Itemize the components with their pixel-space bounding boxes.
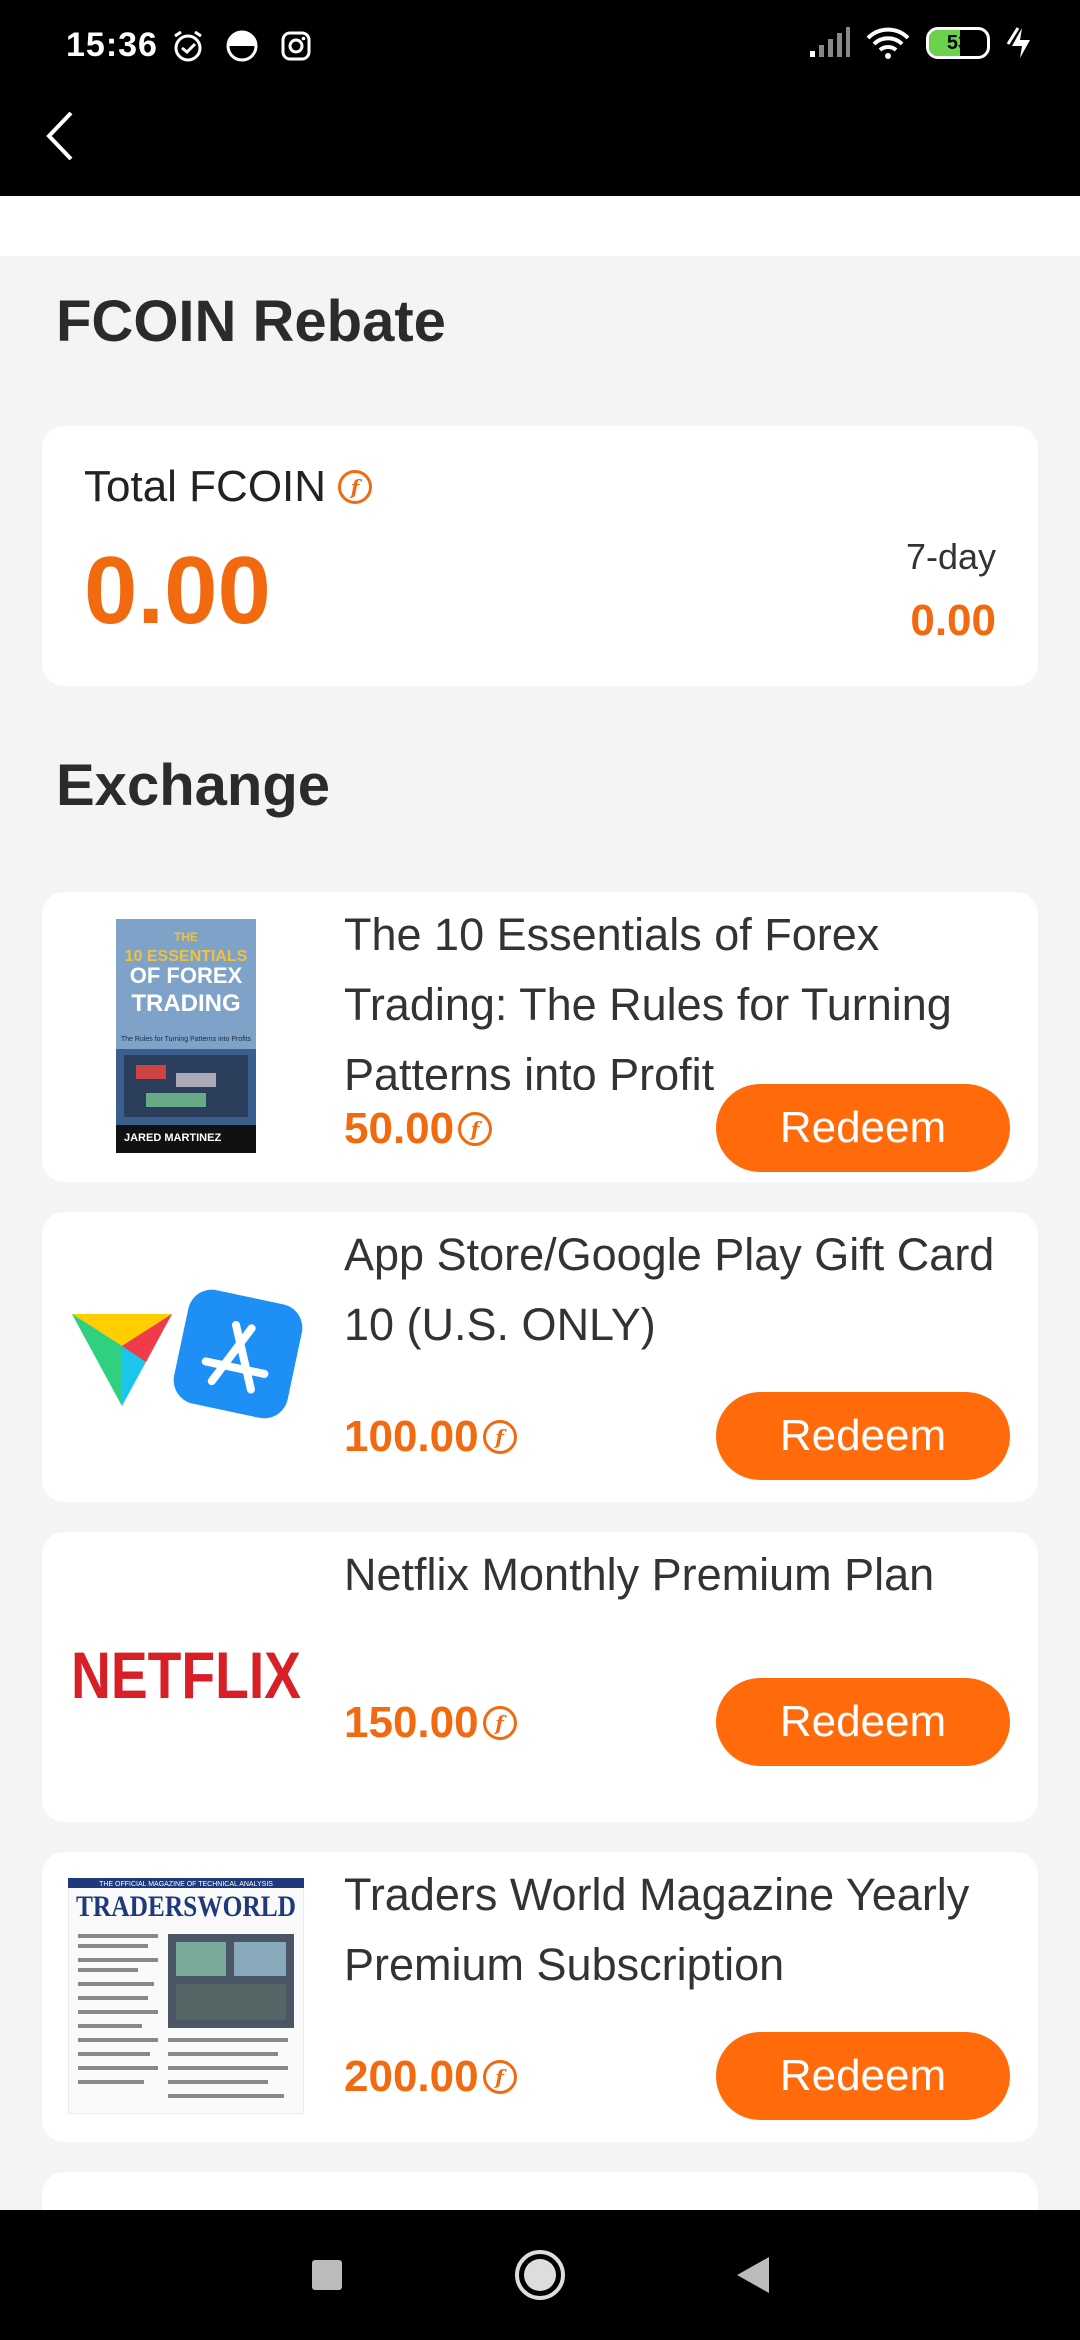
magazine-title: TRADERSWORLD	[76, 1890, 296, 1923]
exchange-title: Exchange	[56, 753, 330, 818]
instagram-icon	[281, 31, 311, 61]
redeem-button[interactable]: Redeem	[716, 1084, 1010, 1172]
book-subtitle: The Rules for Turning Patterns into Prof…	[121, 1036, 252, 1043]
square-icon	[311, 2260, 342, 2290]
google-play-app-store-icon	[72, 1289, 303, 1419]
product-price: 50.00	[344, 1104, 455, 1153]
total-fcoin-card: Total FCOIN f 0.00 7-day 0.00	[42, 426, 1038, 686]
system-nav-bar	[0, 2210, 1080, 2340]
total-fcoin-label: Total FCOIN	[84, 462, 327, 511]
total-fcoin-value: 0.00	[84, 537, 271, 644]
book-title-2: OF FOREX	[130, 963, 243, 988]
back-nav-button[interactable]	[718, 2240, 788, 2310]
product-price-row: 50.00 f	[344, 1104, 493, 1154]
fcoin-icon: f	[458, 1112, 493, 1146]
product-price-row: 150.00 f	[344, 1698, 517, 1748]
book-author: JARED MARTINEZ	[124, 1132, 221, 1144]
main-content[interactable]: FCOIN Rebate Total FCOIN f 0.00 7-day 0.…	[0, 196, 1080, 2210]
product-title: Netflix Monthly Premium Plan	[344, 1549, 935, 1600]
sheet-top	[0, 196, 1080, 256]
system-icons: 53	[808, 26, 1036, 60]
home-circle-icon	[514, 2250, 565, 2300]
recents-button[interactable]	[292, 2240, 362, 2310]
half-circle-icon	[226, 30, 258, 62]
triangle-back-icon	[737, 2257, 770, 2293]
product-card: App Store/Google Play Gift Card 10 (U.S.…	[42, 1212, 1038, 1502]
back-button[interactable]	[30, 106, 90, 166]
fcoin-icon: f	[338, 470, 373, 504]
fcoin-icon: f	[482, 2060, 517, 2094]
alarm-icon	[174, 30, 202, 62]
book-top: THE	[174, 930, 198, 944]
product-card: NETFLIX Netflix Monthly Premium Plan 150…	[42, 1532, 1038, 1822]
status-bar: 15:36 53	[0, 0, 1080, 96]
product-card: THE 10 ESSENTIALS OF FOREX TRADING The R…	[42, 892, 1038, 1182]
book-cover-image: THE 10 ESSENTIALS OF FOREX TRADING The R…	[68, 918, 304, 1154]
magazine-cover-image: THE OFFICIAL MAGAZINE OF TECHNICAL ANALY…	[68, 1878, 304, 2114]
home-button[interactable]	[505, 2240, 575, 2310]
product-price: 200.00	[344, 2052, 479, 2101]
notification-icons	[170, 28, 314, 64]
product-title: The 10 Essentials of Forex Trading: The …	[344, 909, 952, 1090]
app-bar	[0, 96, 1080, 196]
book-title-3: TRADING	[131, 990, 240, 1017]
redeem-button[interactable]: Redeem	[716, 2032, 1010, 2120]
product-title: Traders World Magazine Yearly Premium Su…	[344, 1869, 970, 1990]
sevenday-label: 7-day	[905, 536, 996, 577]
magazine-cover-icon: THE OFFICIAL MAGAZINE OF TECHNICAL ANALY…	[68, 1878, 304, 2114]
fcoin-icon: f	[482, 1420, 517, 1454]
signal-icon	[810, 27, 850, 57]
product-price: 150.00	[344, 1698, 479, 1747]
redeem-button[interactable]: Redeem	[716, 1678, 1010, 1766]
product-title: App Store/Google Play Gift Card 10 (U.S.…	[344, 1229, 995, 1350]
redeem-button[interactable]: Redeem	[716, 1392, 1010, 1480]
magazine-header: THE OFFICIAL MAGAZINE OF TECHNICAL ANALY…	[99, 1881, 273, 1888]
chevron-left-icon	[46, 111, 73, 161]
product-card-partial	[42, 2172, 1038, 2210]
status-time: 15:36	[66, 26, 158, 64]
netflix-logo-icon: NETFLIX	[71, 1638, 301, 1712]
book-cover-icon: THE 10 ESSENTIALS OF FOREX TRADING The R…	[116, 919, 256, 1153]
battery-icon: 53	[926, 27, 990, 59]
gift-card-image	[68, 1238, 304, 1474]
product-card: THE OFFICIAL MAGAZINE OF TECHNICAL ANALY…	[42, 1852, 1038, 2142]
product-price-row: 100.00 f	[344, 1412, 517, 1462]
netflix-logo-text: NETFLIX	[71, 1638, 301, 1712]
total-fcoin-label-row: Total FCOIN f	[84, 462, 373, 512]
product-price: 100.00	[344, 1412, 479, 1461]
charging-icon	[1006, 27, 1030, 58]
battery-level: 53	[946, 32, 970, 54]
page-title: FCOIN Rebate	[56, 289, 446, 354]
wifi-icon	[866, 27, 910, 59]
sevenday-value: 0.00	[910, 596, 996, 645]
product-price-row: 200.00 f	[344, 2052, 517, 2102]
fcoin-icon: f	[482, 1706, 517, 1740]
netflix-logo-image: NETFLIX	[68, 1558, 304, 1794]
